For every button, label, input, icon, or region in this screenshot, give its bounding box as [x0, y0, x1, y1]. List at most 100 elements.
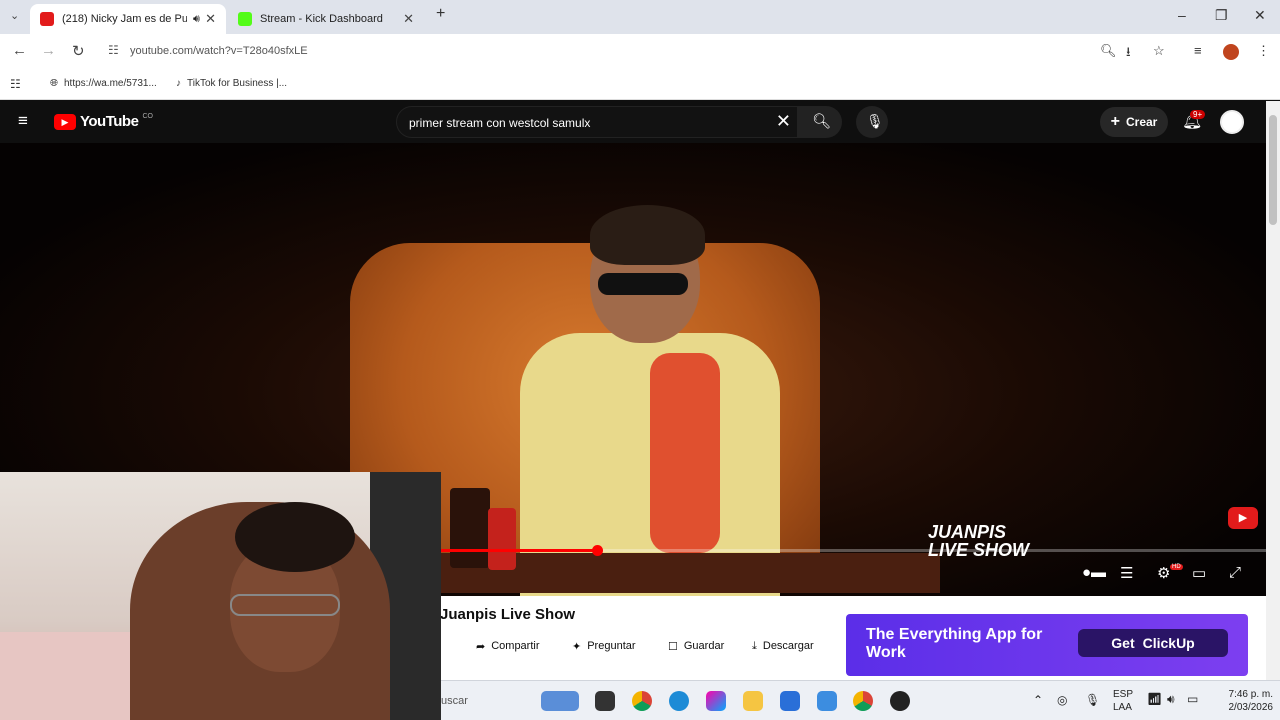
copilot-taskbar-icon[interactable]	[706, 691, 726, 711]
tab-title: Stream - Kick Dashboard	[260, 13, 383, 25]
save-button[interactable]: ☐ Guardar	[668, 634, 724, 658]
clear-search-icon[interactable]: ✕	[776, 111, 791, 132]
menu-icon[interactable]: ⋮	[1257, 43, 1270, 59]
ad-cta-brand: ClickUp	[1142, 635, 1195, 651]
back-icon[interactable]: ←	[12, 42, 27, 59]
chrome-taskbar-icon[interactable]	[632, 691, 652, 711]
account-avatar[interactable]	[1220, 110, 1244, 134]
search-input[interactable]: primer stream con westcol samulx ✕	[396, 106, 798, 138]
webcam-scene-person	[130, 502, 390, 720]
tab-kick[interactable]: Stream - Kick Dashboard ✕	[228, 4, 424, 34]
lang-line1: ESP	[1113, 689, 1134, 700]
download-button[interactable]: ⤓ Descargar	[752, 634, 814, 658]
sparkle-icon: ✦	[572, 640, 582, 653]
forward-icon[interactable]: →	[41, 42, 56, 59]
youtube-play-badge-icon[interactable]: ▶	[1228, 507, 1258, 529]
tab-youtube[interactable]: (218) Nicky Jam es de Puerto 🔊︎ ✕	[30, 4, 226, 34]
theater-mode-icon[interactable]: ▭	[1192, 564, 1206, 582]
youtube-logo[interactable]: ▶ YouTube CO	[54, 113, 153, 130]
bookmark-tiktok[interactable]: ♪ TikTok for Business |...	[176, 78, 287, 89]
bookmark-whatsapp[interactable]: 🌐︎ https://wa.me/5731...	[50, 78, 157, 89]
tray-overflow-icon[interactable]: ⌃	[1033, 693, 1043, 707]
close-tab-icon[interactable]: ✕	[403, 11, 414, 27]
create-button[interactable]: + Crear	[1100, 107, 1168, 137]
close-tab-icon[interactable]: ✕	[205, 11, 216, 27]
new-tab-icon[interactable]: +	[436, 5, 445, 23]
search-icon: 🔍︎	[812, 113, 832, 130]
widgets-icon[interactable]	[541, 691, 579, 711]
bookmark-label: https://wa.me/5731...	[64, 78, 157, 89]
url-text[interactable]: youtube.com/watch?v=T28o40sfxLE	[130, 45, 308, 57]
wifi-icon[interactable]: 📶︎	[1147, 692, 1162, 706]
create-label: Crear	[1125, 115, 1158, 129]
zoom-icon[interactable]: 🔍︎	[1100, 43, 1117, 59]
fullscreen-icon[interactable]: ⤢	[1229, 564, 1241, 581]
tab-search-icon[interactable]: ⌄	[10, 9, 19, 22]
browser-toolbar: ← → ↻ ☷ youtube.com/watch?v=T28o40sfxLE …	[0, 34, 1280, 70]
watermark-line1: JUANPIS	[928, 522, 1007, 542]
taskbar-search-input[interactable]: uscar	[441, 695, 468, 707]
kick-favicon-icon	[238, 12, 252, 26]
scrollbar-thumb[interactable]	[1269, 115, 1277, 225]
autoplay-toggle-icon[interactable]: ●▬	[1082, 564, 1106, 581]
tray-mic-icon[interactable]: 🎙︎	[1085, 693, 1100, 707]
progress-scrubber[interactable]	[591, 545, 603, 556]
subtitles-icon[interactable]: ☰	[1120, 564, 1133, 582]
bookmark-label: TikTok for Business |...	[187, 78, 288, 89]
edge-taskbar-icon[interactable]	[669, 691, 689, 711]
clock[interactable]: 7:46 p. m. 2/03/2026	[1217, 688, 1274, 714]
ask-label: Preguntar	[587, 640, 636, 652]
ad-cta-button[interactable]: Get ClickUp	[1078, 629, 1228, 657]
obs-taskbar-icon[interactable]	[890, 691, 910, 711]
voice-search-button[interactable]: 🎙︎	[856, 106, 888, 138]
maximize-icon[interactable]: ❐	[1215, 7, 1228, 24]
volume-icon[interactable]: 🔊︎	[1167, 692, 1175, 707]
download-icon: ⤓	[752, 639, 757, 652]
progress-fill	[440, 549, 597, 552]
youtube-header: ≡ ▶ YouTube CO primer stream con westcol…	[0, 101, 1266, 143]
channel-title[interactable]: Juanpis Live Show	[440, 606, 575, 623]
close-window-icon[interactable]: ✕	[1254, 7, 1266, 24]
search-button[interactable]: 🔍︎	[798, 106, 842, 138]
quality-badge: HD	[1170, 564, 1183, 570]
lang-line2: LAA	[1113, 702, 1132, 713]
clock-time: 7:46 p. m.	[1228, 689, 1273, 700]
battery-icon[interactable]: ▭	[1187, 692, 1198, 706]
region-badge: CO	[142, 113, 153, 120]
media-control-icon[interactable]: ≡	[1194, 43, 1202, 58]
file-explorer-icon[interactable]	[743, 691, 763, 711]
bookmark-star-icon[interactable]: ☆	[1153, 43, 1165, 59]
site-info-icon[interactable]: ☷	[108, 43, 119, 57]
clickup-ad-banner[interactable]: The Everything App for Work Get ClickUp	[846, 614, 1248, 676]
settings-gear-icon[interactable]: ⚙	[1157, 564, 1170, 582]
chrome-active-taskbar-icon[interactable]	[853, 691, 873, 711]
clock-date: 2/03/2026	[1228, 702, 1274, 713]
bookmark-icon: ☐	[668, 640, 678, 653]
webcam-overlay	[0, 472, 441, 720]
ad-headline: The Everything App for Work	[866, 626, 1043, 661]
reload-icon[interactable]: ↻	[72, 42, 85, 60]
bookmarks-bar: ☷ 🌐︎ https://wa.me/5731... ♪ TikTok for …	[0, 70, 1280, 100]
ask-button[interactable]: ✦ Preguntar	[572, 634, 636, 658]
notification-count-badge: 9+	[1190, 110, 1206, 119]
download-label: Descargar	[762, 640, 814, 652]
speaker-icon[interactable]: 🔊︎	[193, 13, 200, 26]
channel-watermark: JUANPIS LIVE SHOW	[928, 523, 1029, 559]
address-bar[interactable]: ☷ youtube.com/watch?v=T28o40sfxLE	[102, 39, 1182, 65]
install-app-icon[interactable]: ⭳	[1126, 43, 1131, 65]
apps-icon[interactable]: ☷	[10, 77, 21, 91]
hamburger-menu-icon[interactable]: ≡	[18, 111, 28, 131]
share-button[interactable]: ➦ Compartir	[476, 634, 540, 658]
youtube-favicon-icon	[40, 12, 54, 26]
page-scrollbar[interactable]	[1266, 101, 1280, 680]
notepad-taskbar-icon[interactable]	[817, 691, 837, 711]
search-query[interactable]: primer stream con westcol samulx	[409, 116, 590, 130]
youtube-play-icon: ▶	[54, 113, 76, 130]
store-taskbar-icon[interactable]	[780, 691, 800, 711]
task-view-icon[interactable]	[595, 691, 615, 711]
video-progress-bar[interactable]	[440, 545, 1266, 556]
profile-avatar[interactable]	[1223, 44, 1239, 60]
tray-app-icon[interactable]: ◎	[1057, 693, 1067, 707]
minimize-icon[interactable]: –	[1178, 7, 1186, 23]
language-indicator[interactable]: ESP LAA	[1113, 688, 1133, 714]
